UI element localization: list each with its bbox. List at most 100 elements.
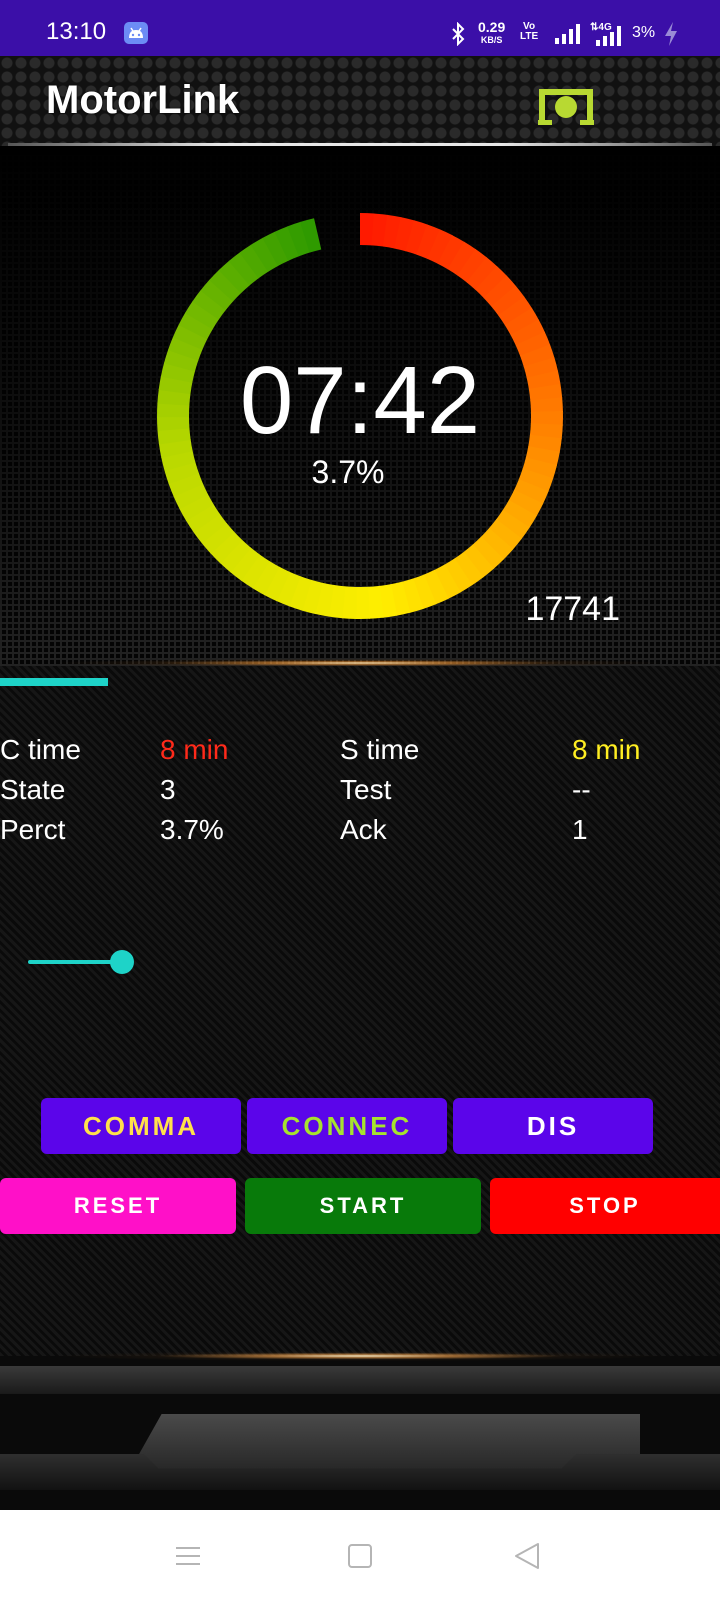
state-value: 3: [160, 774, 176, 805]
bottom-decoration: [0, 1350, 720, 1510]
gauge-arc-segment: [228, 252, 260, 286]
gauge-arc-segment: [276, 571, 301, 607]
bluetooth-icon: [450, 21, 466, 51]
gauge-arc-segment: [472, 536, 504, 569]
gauge-arc-segment: [382, 214, 402, 249]
info-row-state: State 3 Test --: [0, 774, 720, 814]
signal-4g-icon: ⇅4G: [588, 20, 628, 51]
reset-button[interactable]: RESET: [0, 1178, 236, 1234]
back-triangle-icon[interactable]: [508, 1536, 548, 1576]
menu-icon[interactable]: [168, 1536, 208, 1576]
bluetooth-device-icon[interactable]: [538, 86, 594, 131]
gauge-arc-segment: [457, 249, 488, 283]
gauge-arc-segment: [252, 560, 280, 596]
stop-button[interactable]: STOP: [490, 1178, 720, 1234]
start-button[interactable]: START: [245, 1178, 481, 1234]
timer-display: 07:42: [239, 347, 481, 454]
gauge-arc-segment: [250, 237, 279, 272]
signal-icon: [554, 24, 582, 49]
gauge-arc-segment: [301, 579, 323, 615]
gauge-arc-segment: [502, 499, 537, 529]
gauge-arc-segment: [201, 522, 235, 554]
gauge-arc-segment: [412, 574, 437, 610]
gauge-arc-segment: [466, 257, 498, 291]
gauge-arc-segment: [454, 551, 484, 586]
gauge-arc-segment: [274, 226, 300, 261]
gauge-arc-segment: [218, 260, 251, 294]
gauge-arc-segment: [480, 528, 514, 560]
perct-value: 3.7%: [160, 814, 224, 845]
gauge-arc-segment: [168, 472, 204, 497]
gauge-arc-segment: [210, 531, 243, 564]
gauge-arc-segment: [172, 324, 208, 350]
gauge-arc-segment: [379, 584, 398, 618]
gauge-arc-segment: [185, 300, 220, 330]
gauge-arc-segment: [518, 468, 554, 492]
android-notification-icon: [124, 22, 148, 44]
info-row-time: C time 8 min S time 8 min: [0, 734, 720, 774]
home-square-icon[interactable]: [340, 1536, 380, 1576]
gauge-arc-segment: [239, 244, 269, 279]
volte-indicator: Vo LTE: [520, 22, 538, 42]
ack-value: 1: [572, 814, 588, 845]
speed-slider[interactable]: [28, 948, 148, 978]
gauge-arc-segment: [416, 224, 441, 260]
test-label: Test: [340, 774, 392, 805]
gauge-arc-segment: [437, 235, 465, 270]
gauge-arc-segment: [390, 581, 411, 616]
c-time-label: C time: [0, 734, 81, 765]
bottom-glow: [0, 1350, 720, 1362]
c-time-value: 8 min: [160, 734, 229, 765]
deco-plate-top: [0, 1366, 720, 1394]
info-row-percent: Perct 3.7% Ack 1: [0, 814, 720, 854]
gauge-arc-segment: [287, 221, 311, 257]
gauge-arc-segment: [328, 584, 346, 619]
volte-bottom: LTE: [520, 31, 539, 42]
test-value: --: [572, 774, 591, 805]
status-icons: 0.29 KB/S Vo LTE ⇅4G 3%: [420, 0, 720, 56]
s-time-value: 8 min: [572, 734, 641, 765]
gauge-arc-segment: [483, 275, 517, 307]
gauge-arc-segment: [300, 218, 322, 253]
gauge-arc-segment: [314, 582, 335, 617]
gauge-arc-segment: [475, 266, 508, 299]
gauge-arc-segment: [508, 489, 544, 517]
app-title: MotorLink: [46, 78, 240, 122]
gauge-arc-segment: [219, 539, 252, 573]
gauge-arc-segment: [498, 296, 533, 326]
gauge-arc-segment: [240, 554, 270, 589]
gauge-arc-segment: [367, 585, 384, 619]
disconnect-button[interactable]: DIS: [453, 1098, 653, 1154]
gauge-arc-segment: [193, 513, 227, 544]
gauge-arc-segment: [179, 493, 214, 522]
slider-track[interactable]: [28, 960, 122, 964]
progress-bar: [0, 678, 720, 686]
gauge-arc-segment: [405, 220, 428, 255]
gauge-arc-segment: [371, 213, 389, 247]
svg-text:⇅4G: ⇅4G: [590, 22, 612, 33]
gauge-arc-segment: [491, 285, 525, 316]
app-header: MotorLink: [0, 56, 720, 146]
gauge-arc-segment: [185, 503, 221, 533]
gauge-arc-segment: [230, 547, 261, 581]
gauge-arc-segment: [288, 576, 312, 611]
gauge-arc-segment: [262, 231, 289, 267]
slider-thumb[interactable]: [109, 950, 134, 974]
gauge-arc-segment: [522, 457, 557, 480]
net-speed-unit: KB/S: [480, 35, 503, 45]
gauge-arc-segment: [394, 217, 415, 252]
gauge-arc-segment: [200, 279, 234, 311]
gauge-arc-segment: [178, 312, 214, 340]
gauge-arc-segment: [341, 586, 358, 619]
state-label: State: [0, 774, 66, 805]
perct-label: Perct: [0, 814, 66, 845]
connect-button[interactable]: CONNEC: [247, 1098, 447, 1154]
screen: 13:10 0.29 KB/S Vo LTE ⇅4G 3% MotorLink …: [0, 0, 720, 1600]
status-bar: 13:10 0.29 KB/S Vo LTE ⇅4G 3%: [0, 0, 720, 56]
gauge-arc-segment: [463, 544, 495, 578]
gauge-arc-segment: [495, 509, 530, 540]
progress-fill: [0, 678, 108, 686]
counter-value: 17741: [525, 590, 620, 628]
comma-button[interactable]: COMMA: [41, 1098, 241, 1154]
s-time-label: S time: [340, 734, 420, 765]
